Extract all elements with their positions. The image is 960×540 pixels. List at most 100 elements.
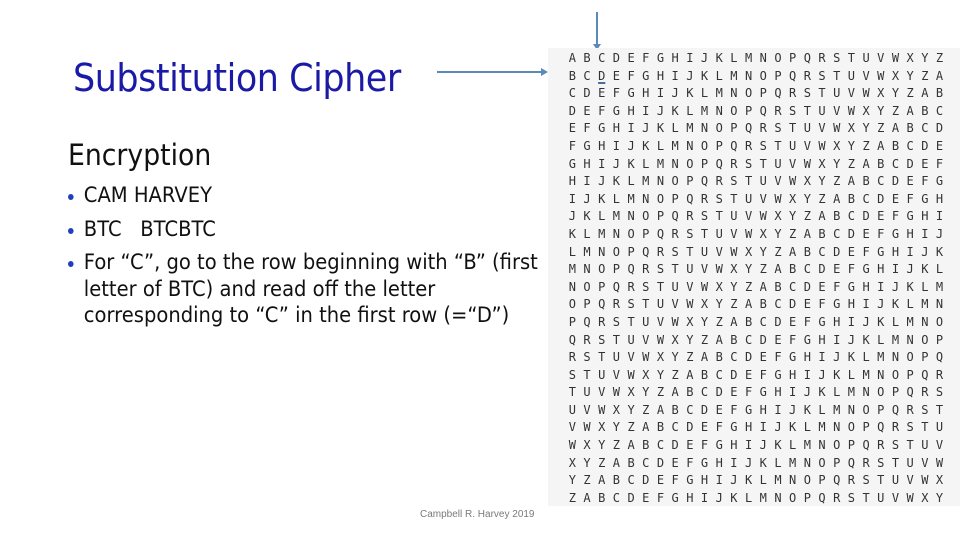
table-cell: F [774,350,782,365]
table-cell: W [935,455,944,470]
table-cell: K [627,156,635,171]
table-cell: U [627,332,635,347]
table-cell: C [642,455,650,470]
table-cell: O [862,402,870,417]
table-row: XYZABCDEFGHIJKLMNOPQRSTUVW [565,455,947,473]
table-cell: S [568,367,576,382]
table-cell: Q [906,385,914,400]
table-cell: Z [700,332,709,347]
table-cell: M [774,473,782,488]
table-cell: S [686,226,694,241]
table-cell: C [715,367,723,382]
table-cell: M [686,121,694,136]
bullet-text: BTC BTCBTC [83,216,216,241]
table-cell: M [744,51,753,65]
table-cell: B [656,420,665,435]
table-cell: K [568,226,576,241]
table-cell: R [744,138,753,153]
table-cell: Y [935,490,944,505]
table-cell: N [759,51,767,65]
table-cell: C [759,314,767,329]
table-cell: H [627,103,635,118]
table-cell: Z [847,156,856,171]
table-cell: V [671,297,679,312]
table-cell: I [700,490,709,505]
table-cell: X [906,51,914,65]
table-cell: N [568,279,576,294]
table-cell: W [833,121,841,136]
table-cell: S [774,121,782,136]
table-cell: B [627,455,635,470]
table-row: YZABCDEFGHIJKLMNOPQRSTUVWX [565,472,947,490]
table-cell: Y [921,51,929,65]
table-cell: J [598,174,606,189]
table-row: FGHIJKLMNOPQRSTUVWXYZABCDE [565,138,947,156]
table-cell: S [700,209,709,224]
table-cell: A [818,209,826,224]
table-cell: E [774,332,782,347]
table-cell: C [583,68,591,83]
table-cell: X [700,297,709,312]
table-cell: G [921,191,929,206]
table-cell: K [744,473,753,488]
table-row: OPQRSTUVWXYZABCDEFGHIJKLMN [565,296,947,314]
table-cell: N [730,86,738,101]
table-cell: C [744,332,753,347]
table-row: WXYZABCDEFGHIJKLMNOPQRSTUV [565,437,947,455]
table-cell: F [759,367,767,382]
table-cell: F [642,51,650,65]
table-cell: H [789,367,797,382]
table-cell: H [612,121,621,136]
table-cell: W [906,490,914,505]
table-cell: P [906,367,914,382]
table-cell: Z [656,385,665,400]
table-cell: S [877,455,885,470]
table-cell: Q [921,367,929,382]
bullet-text: CAM HARVEY [83,183,213,207]
table-cell: H [715,455,723,470]
table-cell: Z [891,103,900,118]
table-cell: Y [642,385,650,400]
table-cell: U [656,297,665,312]
table-cell: M [818,420,826,435]
table-cell: I [583,174,591,189]
table-cell: R [583,332,591,347]
table-cell: U [803,121,811,136]
table-cell: F [921,174,929,189]
table-cell: U [759,174,767,189]
table-cell: W [598,402,606,417]
table-cell: Y [656,367,665,382]
table-cell: F [803,314,811,329]
table-cell: H [906,226,914,241]
table-cell: V [759,191,767,206]
table-cell: U [818,103,826,118]
table-cell: X [656,350,665,365]
table-cell: E [921,156,929,171]
table-cell: G [862,262,870,277]
table-cell: G [935,174,944,189]
table-cell: Y [686,332,694,347]
table-cell: U [789,138,797,153]
table-cell: D [671,438,679,453]
bullet-icon [68,227,74,234]
table-cell: E [598,86,606,101]
table-cell: R [774,103,782,118]
table-cell: P [671,191,679,206]
table-cell: F [656,490,665,505]
table-cell: L [906,297,914,312]
table-cell: L [847,367,856,382]
table-cell: D [583,86,591,101]
table-cell: D [789,297,797,312]
table-cell: G [700,455,709,470]
table-cell: F [700,438,709,453]
table-cell: Q [789,68,797,83]
table-cell: N [583,262,591,277]
table-cell: A [671,385,679,400]
table-cell: R [730,156,738,171]
table-cell: P [744,103,753,118]
table-cell: Q [700,174,709,189]
table-cell: O [715,121,723,136]
table-cell: T [803,103,811,118]
table-cell: J [935,226,944,241]
table-cell: V [877,51,885,65]
